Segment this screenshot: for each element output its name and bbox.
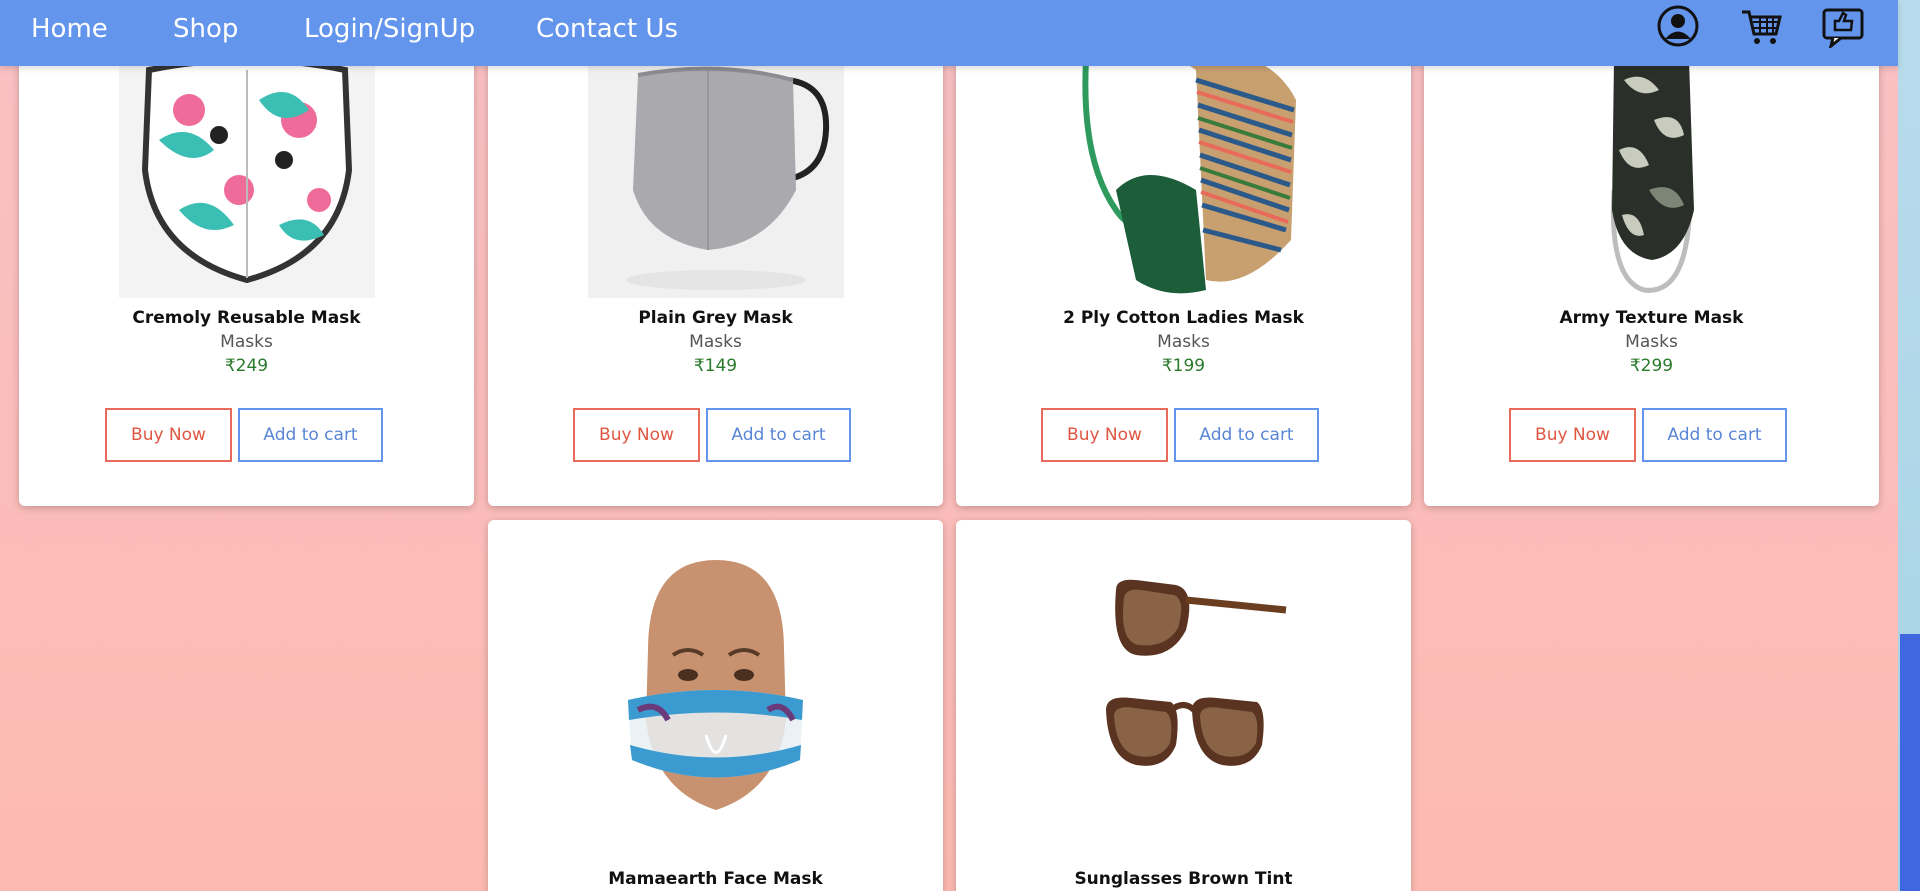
nav-contact-link[interactable]: Contact Us	[536, 14, 678, 44]
nav-home-link[interactable]: Home	[31, 14, 108, 44]
product-card: Army Texture Mask Masks ₹299 Buy Now Add…	[1424, 40, 1879, 506]
page-scrollbar[interactable]	[1898, 0, 1920, 891]
nav-login-signup-link[interactable]: Login/SignUp	[304, 14, 475, 44]
product-category: Masks	[689, 332, 742, 352]
product-name: 2 Ply Cotton Ladies Mask	[1063, 308, 1304, 328]
product-name: Sunglasses Brown Tint	[1074, 869, 1293, 889]
feedback-icon[interactable]	[1821, 4, 1865, 50]
add-to-cart-button[interactable]: Add to cart	[238, 408, 383, 462]
product-image-sunglasses[interactable]	[1055, 560, 1312, 816]
product-price: ₹249	[224, 356, 269, 376]
product-image-mannequin-mask[interactable]	[587, 560, 844, 816]
product-price: ₹299	[1629, 356, 1674, 376]
product-image-grey-mask[interactable]	[587, 40, 844, 298]
buy-now-button[interactable]: Buy Now	[1041, 408, 1168, 462]
product-category: Masks	[1625, 332, 1678, 352]
buy-now-button[interactable]: Buy Now	[573, 408, 700, 462]
nav-shop-link[interactable]: Shop	[173, 14, 238, 44]
product-price: ₹149	[693, 356, 738, 376]
product-name: Plain Grey Mask	[638, 308, 793, 328]
add-to-cart-button[interactable]: Add to cart	[706, 408, 851, 462]
product-card: 2 Ply Cotton Ladies Mask Masks ₹199 Buy …	[956, 40, 1411, 506]
buy-now-button[interactable]: Buy Now	[1509, 408, 1636, 462]
product-image-striped-mask[interactable]	[1055, 40, 1312, 298]
product-image-camo-mask[interactable]	[1523, 40, 1780, 298]
product-card: Plain Grey Mask Masks ₹149 Buy Now Add t…	[488, 40, 943, 506]
product-image-floral-mask[interactable]	[118, 40, 375, 298]
user-icon[interactable]	[1656, 4, 1700, 48]
product-card: Cremoly Reusable Mask Masks ₹249 Buy Now…	[19, 40, 474, 506]
top-navbar: Home Shop Login/SignUp Contact Us	[0, 0, 1898, 66]
product-category: Masks	[220, 332, 273, 352]
product-name: Cremoly Reusable Mask	[132, 308, 361, 328]
product-price: ₹199	[1161, 356, 1206, 376]
scrollbar-thumb[interactable]	[1900, 634, 1920, 891]
product-name: Mamaearth Face Mask	[608, 869, 823, 889]
add-to-cart-button[interactable]: Add to cart	[1174, 408, 1319, 462]
product-category: Masks	[1157, 332, 1210, 352]
product-card: Sunglasses Brown Tint	[956, 520, 1411, 891]
product-name: Army Texture Mask	[1559, 308, 1744, 328]
cart-icon[interactable]	[1740, 4, 1784, 48]
buy-now-button[interactable]: Buy Now	[105, 408, 232, 462]
product-card: Mamaearth Face Mask	[488, 520, 943, 891]
add-to-cart-button[interactable]: Add to cart	[1642, 408, 1787, 462]
